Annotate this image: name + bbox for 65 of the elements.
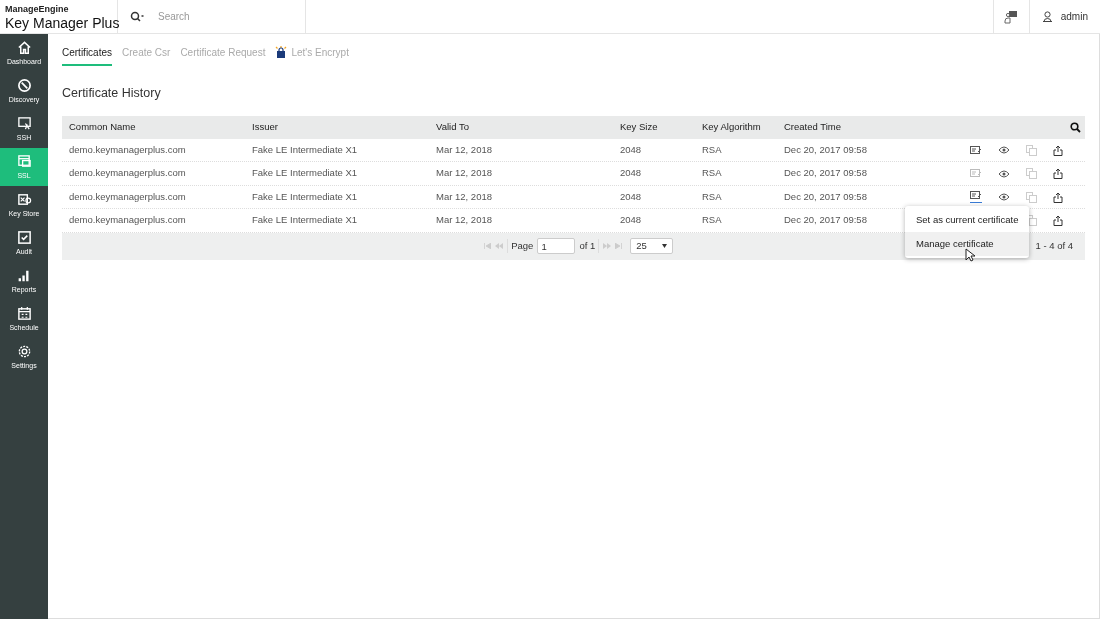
export-icon[interactable] xyxy=(1053,215,1063,226)
chat-icon[interactable] xyxy=(1004,9,1019,24)
eye-icon[interactable] xyxy=(998,169,1010,178)
table-cell-text: demo.keymanagerplus.com xyxy=(68,213,187,228)
record-summary: 1 - 4 of 4 xyxy=(1035,239,1074,254)
user-icon xyxy=(1041,11,1053,22)
table-cell-text: demo.keymanagerplus.com xyxy=(68,166,187,181)
per-page-select[interactable]: 25 xyxy=(630,238,674,255)
page-label: Page xyxy=(507,239,534,254)
ssh-icon xyxy=(16,116,32,131)
search-icon[interactable] xyxy=(130,10,144,23)
dropdown-caret-icon xyxy=(662,244,668,249)
table-cell-text: 2048 xyxy=(619,142,643,157)
column-header[interactable]: Valid To xyxy=(429,120,613,135)
search-field[interactable]: Search xyxy=(158,9,278,24)
table-cell-text: Dec 20, 2017 09:58 xyxy=(783,166,868,181)
table-cell-text: 2048 xyxy=(619,189,643,204)
certificate-icon[interactable] xyxy=(970,145,982,155)
table-cell-text: RSA xyxy=(701,189,723,204)
schedule-icon xyxy=(16,306,32,321)
menu-item[interactable]: Set as current certificate xyxy=(905,207,1030,232)
table-cell-text: Mar 12, 2018 xyxy=(435,189,493,204)
eye-icon[interactable] xyxy=(998,146,1010,154)
table-cell-text: Dec 20, 2017 09:58 xyxy=(783,142,868,157)
table-cell-text: Dec 20, 2017 09:58 xyxy=(783,213,868,228)
settings-icon xyxy=(16,344,32,359)
keystore-icon xyxy=(16,192,32,207)
column-header[interactable]: Created Time xyxy=(777,120,889,135)
menu-item[interactable]: Manage certificate xyxy=(905,232,1030,257)
table-cell-text: Mar 12, 2018 xyxy=(435,142,493,157)
search-icon[interactable] xyxy=(1070,121,1081,133)
page-count: of 1 xyxy=(579,239,600,254)
home-icon xyxy=(16,40,32,55)
discovery-icon xyxy=(16,78,32,93)
export-icon[interactable] xyxy=(1053,191,1063,203)
ssl-icon xyxy=(16,154,32,169)
brand-title: Key Manager Plus xyxy=(5,15,120,32)
table-cell-text: Fake LE Intermediate X1 xyxy=(251,189,359,204)
table-cell-text: 2048 xyxy=(619,213,643,228)
table-cell-text: RSA xyxy=(701,213,723,228)
table-cell-text: Fake LE Intermediate X1 xyxy=(251,142,359,157)
page-field[interactable]: 1 xyxy=(537,238,576,255)
certificate-icon[interactable] xyxy=(970,191,982,203)
audit-icon xyxy=(16,230,32,245)
export-icon[interactable] xyxy=(1053,144,1063,156)
table-cell-text: RSA xyxy=(701,166,723,181)
export-icon[interactable] xyxy=(1053,168,1063,179)
column-header[interactable]: Common Name xyxy=(62,120,245,135)
column-header[interactable]: Key Size xyxy=(613,120,695,135)
table-cell-text: demo.keymanagerplus.com xyxy=(68,142,187,157)
table-cell-text: 2048 xyxy=(619,166,643,181)
table-cell-text: Fake LE Intermediate X1 xyxy=(251,213,359,228)
user-name[interactable]: admin xyxy=(1060,9,1088,24)
section-title: Certificate History xyxy=(62,85,162,102)
brand-subtitle: ManageEngine xyxy=(5,4,69,15)
table-cell-text: Dec 20, 2017 09:58 xyxy=(783,189,868,204)
table-cell-text: Mar 12, 2018 xyxy=(435,166,493,181)
table-cell-text: demo.keymanagerplus.com xyxy=(68,189,187,204)
table-cell-text: RSA xyxy=(701,142,723,157)
eye-icon[interactable] xyxy=(998,193,1010,201)
table-cell-text: Mar 12, 2018 xyxy=(435,213,493,228)
column-header[interactable]: Key Algorithm xyxy=(695,120,777,135)
column-header[interactable]: Issuer xyxy=(245,120,429,135)
table-cell-text: Fake LE Intermediate X1 xyxy=(251,166,359,181)
tab[interactable]: Certificates xyxy=(62,38,112,66)
